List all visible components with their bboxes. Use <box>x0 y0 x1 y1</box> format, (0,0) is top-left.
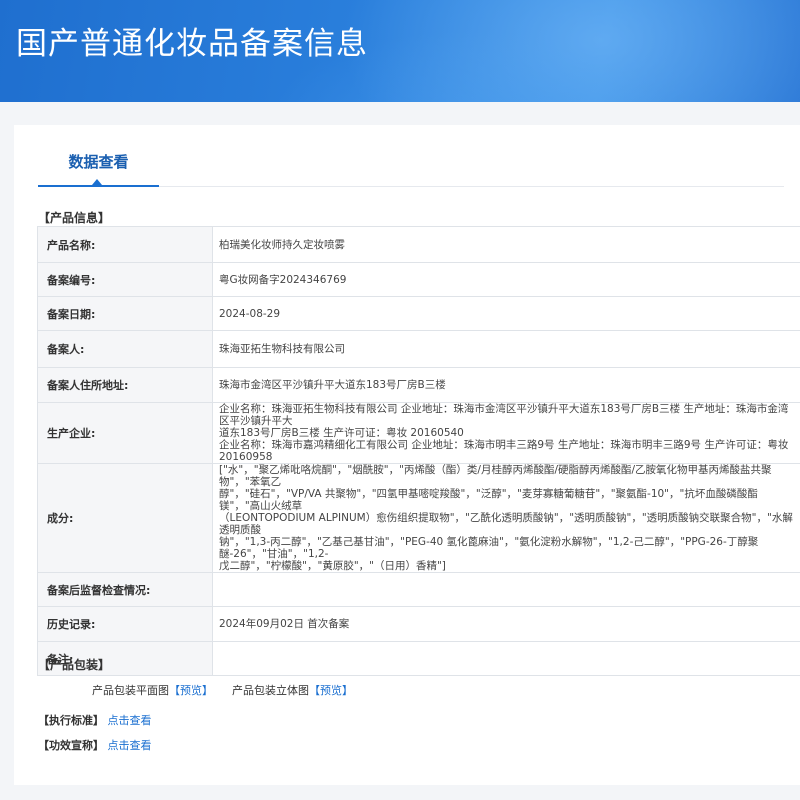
registrant-value: 珠海亚拓生物科技有限公司 <box>212 330 800 368</box>
packaging-solid-label: 产品包装立体图 <box>232 684 309 697</box>
ingredients-line: 醇"，"硅石"，"VP/VA 共聚物"，"四氢甲基嘧啶羧酸"，"泛醇"，"麦芽寡… <box>219 488 758 512</box>
packaging-solid-preview-link[interactable]: 【预览】 <box>309 684 353 697</box>
table-row: 备案编号: 粤G妆网备字2024346769 <box>37 262 800 297</box>
product-info-table: 产品名称: 柏瑞美化妆师持久定妆喷雾 备案编号: 粤G妆网备字202434676… <box>37 226 800 676</box>
table-row: 备注: <box>37 641 800 676</box>
table-row: 备案人: 珠海亚拓生物科技有限公司 <box>37 330 800 368</box>
history-value: 2024年09月02日 首次备案 <box>212 606 800 642</box>
standard-row: 【执行标准】 点击查看 <box>38 712 152 728</box>
packaging-flat-label: 产品包装平面图 <box>92 684 169 697</box>
row-label: 成分: <box>37 463 213 573</box>
active-tab-indicator <box>92 179 102 185</box>
packaging-flat-preview-link[interactable]: 【预览】 <box>169 684 213 697</box>
row-label: 产品名称: <box>37 226 213 263</box>
standard-label: 【执行标准】 <box>38 714 104 727</box>
product-name-value: 柏瑞美化妆师持久定妆喷雾 <box>212 226 800 263</box>
manufacturer-line: 道东183号厂房B三楼 生产许可证：粤妆 20160540 <box>219 427 464 439</box>
registrant-address-value: 珠海市金湾区平沙镇升平大道东183号厂房B三楼 <box>212 367 800 403</box>
packaging-flat-item: 产品包装平面图【预览】 <box>92 682 213 698</box>
ingredients-line: （LEONTOPODIUM ALPINUM）愈伤组织提取物"，"乙酰化透明质酸钠… <box>219 512 793 536</box>
table-row: 生产企业: 企业名称：珠海亚拓生物科技有限公司 企业地址：珠海市金湾区平沙镇升平… <box>37 402 800 464</box>
row-label: 备案人: <box>37 330 213 368</box>
table-row: 成分: ["水"，"聚乙烯吡咯烷酮"，"烟酰胺"，"丙烯酸（酯）类/月桂醇丙烯酸… <box>37 463 800 573</box>
manufacturer-line: 企业名称：珠海亚拓生物科技有限公司 企业地址：珠海市金湾区平沙镇升平大道东183… <box>219 403 789 427</box>
row-label: 备案日期: <box>37 296 213 331</box>
row-label: 备案后监督检查情况: <box>37 572 213 607</box>
row-label: 历史记录: <box>37 606 213 642</box>
standard-view-link[interactable]: 点击查看 <box>108 714 152 727</box>
table-row: 产品名称: 柏瑞美化妆师持久定妆喷雾 <box>37 226 800 263</box>
remarks-value <box>212 641 800 676</box>
content-card: 数据查看 【产品信息】 产品名称: 柏瑞美化妆师持久定妆喷雾 备案编号: 粤G妆… <box>14 125 800 785</box>
row-label: 生产企业: <box>37 402 213 464</box>
row-label: 备案人住所地址: <box>37 367 213 403</box>
ingredients-line: ["水"，"聚乙烯吡咯烷酮"，"烟酰胺"，"丙烯酸（酯）类/月桂醇丙烯酸酯/硬脂… <box>219 464 772 488</box>
ingredients-value: ["水"，"聚乙烯吡咯烷酮"，"烟酰胺"，"丙烯酸（酯）类/月桂醇丙烯酸酯/硬脂… <box>212 463 800 573</box>
efficacy-view-link[interactable]: 点击查看 <box>108 739 152 752</box>
table-row: 备案日期: 2024-08-29 <box>37 296 800 331</box>
filing-number-value: 粤G妆网备字2024346769 <box>212 262 800 297</box>
efficacy-row: 【功效宣称】 点击查看 <box>38 737 152 753</box>
packaging-solid-item: 产品包装立体图【预览】 <box>232 682 353 698</box>
ingredients-line: 钠"，"1,3-丙二醇"，"乙基己基甘油"，"PEG-40 氢化蓖麻油"，"氨化… <box>219 536 759 560</box>
ingredients-line: 戊二醇"，"柠檬酸"，"黄原胶"，"（日用）香精"] <box>219 560 446 572</box>
table-row: 备案后监督检查情况: <box>37 572 800 607</box>
manufacturer-value: 企业名称：珠海亚拓生物科技有限公司 企业地址：珠海市金湾区平沙镇升平大道东183… <box>212 402 800 464</box>
efficacy-label: 【功效宣称】 <box>38 739 104 752</box>
row-label: 备案编号: <box>37 262 213 297</box>
tab-bar: 数据查看 <box>38 149 784 187</box>
packaging-heading: 【产品包装】 <box>38 658 111 672</box>
manufacturer-line: 企业名称：珠海市嘉鸿精细化工有限公司 企业地址：珠海市明丰三路9号 生产地址：珠… <box>219 439 789 463</box>
table-row: 备案人住所地址: 珠海市金湾区平沙镇升平大道东183号厂房B三楼 <box>37 367 800 403</box>
table-row: 历史记录: 2024年09月02日 首次备案 <box>37 606 800 642</box>
product-info-heading: 【产品信息】 <box>38 211 111 225</box>
filing-date-value: 2024-08-29 <box>212 296 800 331</box>
tab-label: 数据查看 <box>68 153 129 171</box>
supervision-value <box>212 572 800 607</box>
page-banner: 国产普通化妆品备案信息 <box>0 0 800 102</box>
page-title: 国产普通化妆品备案信息 <box>16 26 368 62</box>
